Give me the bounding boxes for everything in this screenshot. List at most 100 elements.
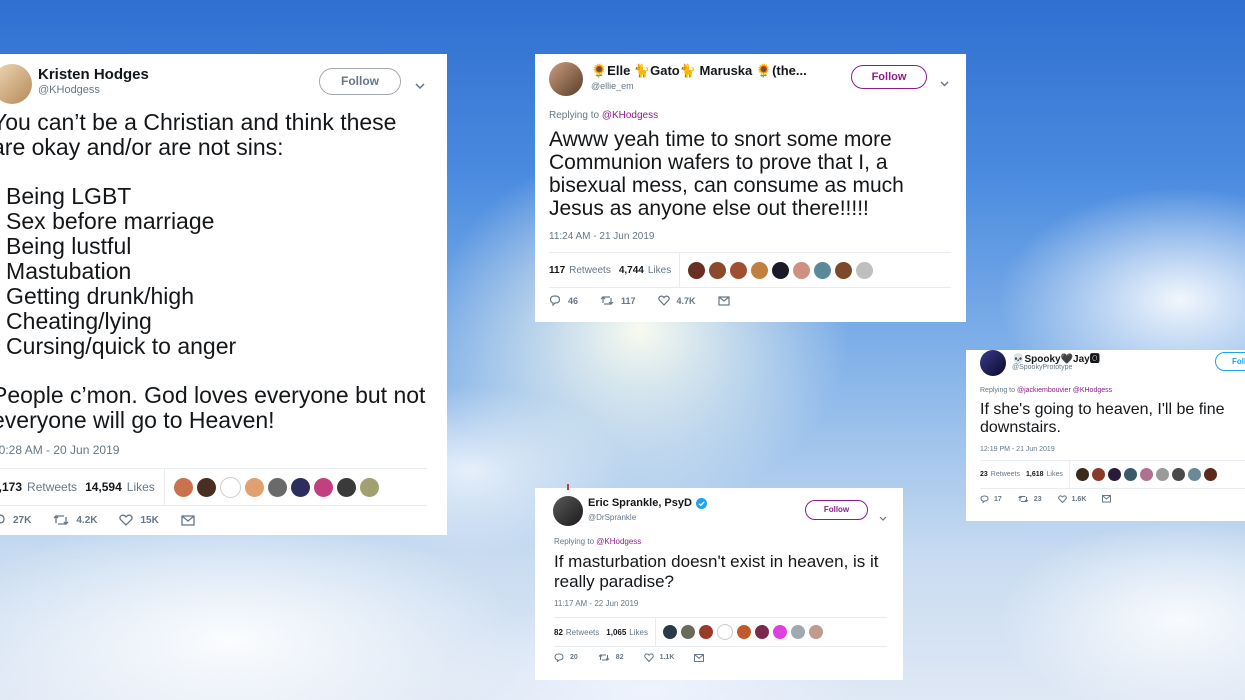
tweet-card-elle: 🌻Elle 🐈Gato🐈 Maruska 🌻(the... @ellie_em … [535,54,966,322]
reply-button[interactable]: 27K [0,514,31,526]
avatar[interactable] [772,625,787,639]
replying-handle-link[interactable]: @KHodgess [596,537,641,546]
avatar[interactable] [754,625,769,639]
avatar[interactable] [1155,468,1169,481]
likes-label[interactable]: Likes [648,265,671,276]
user-handle[interactable]: @SpookyPrototype [1012,364,1072,371]
message-button[interactable] [694,653,705,662]
avatar[interactable] [196,477,216,497]
avatar[interactable] [1091,468,1105,481]
avatar[interactable] [662,625,677,639]
retweet-count[interactable]: 117 [549,265,565,276]
avatar[interactable] [835,261,853,279]
avatar[interactable] [173,477,193,497]
chevron-down-icon[interactable] [415,76,425,94]
display-name[interactable]: Eric Sprankle, PsyD [588,497,692,509]
avatar[interactable] [680,625,695,639]
like-count[interactable]: 4,744 [619,265,644,276]
timestamp[interactable]: 11:17 AM - 22 Jun 2019 [554,599,638,608]
like-count[interactable]: 14,594 [85,480,122,494]
user-handle[interactable]: @KHodgess [38,84,100,96]
retweets-label[interactable]: Retweets [569,265,611,276]
chevron-down-icon[interactable] [879,508,887,526]
avatar[interactable] [793,261,811,279]
like-button[interactable]: 15K [119,514,159,526]
display-name[interactable]: Kristen Hodges [38,66,149,83]
avatar[interactable] [0,64,32,104]
avatar[interactable] [1187,468,1201,481]
like-button[interactable]: 1.1K [643,653,674,662]
message-button[interactable] [181,514,195,526]
follow-button[interactable]: Follow [805,500,868,520]
like-count[interactable]: 1,065 [606,628,626,637]
avatar[interactable] [359,477,379,497]
avatar[interactable] [219,476,241,498]
retweet-button[interactable]: 117 [600,295,636,306]
avatar[interactable] [1203,468,1217,481]
avatar[interactable] [772,261,790,279]
avatar[interactable] [1107,468,1121,481]
avatar[interactable] [730,261,748,279]
avatar[interactable] [1075,468,1089,481]
reply-button[interactable]: 17 [980,495,1002,503]
tweet-actions: 20 82 1.1K [554,653,705,662]
avatar[interactable] [709,261,727,279]
avatar[interactable] [736,625,751,639]
likes-label[interactable]: Likes [127,480,155,494]
timestamp[interactable]: 12:19 PM - 21 Jun 2019 [980,446,1055,453]
display-name[interactable]: 🌻Elle 🐈Gato🐈 Maruska 🌻(the... [591,63,807,79]
tweet-intro: You can’t be a Christian and think these… [0,109,397,160]
avatar[interactable] [290,477,310,497]
like-button[interactable]: 4.7K [657,295,696,306]
retweet-button[interactable]: 23 [1017,495,1042,503]
like-button[interactable]: 1.6K [1057,495,1086,503]
avatar[interactable] [688,261,706,279]
message-button[interactable] [1102,495,1112,503]
reply-button[interactable]: 20 [554,653,578,662]
retweets-label[interactable]: Retweets [991,471,1020,478]
timestamp[interactable]: 10:28 AM - 20 Jun 2019 [0,443,119,457]
retweets-label[interactable]: Retweets [566,628,599,637]
avatar[interactable] [267,477,287,497]
reply-button[interactable]: 46 [549,295,578,306]
display-name[interactable]: 💀Spooky🖤Jay🅾 [1012,350,1100,365]
avatar[interactable] [814,261,832,279]
retweets-label[interactable]: Retweets [27,480,77,494]
avatar[interactable] [553,496,583,526]
likes-label[interactable]: Likes [1047,471,1063,478]
avatar[interactable] [313,477,333,497]
timestamp[interactable]: 11:24 AM - 21 Jun 2019 [549,231,654,242]
replying-handle-link[interactable]: @jackiembouvier @KHodgess [1017,387,1112,394]
avatar[interactable] [549,62,583,96]
like-count[interactable]: 1,618 [1026,471,1044,478]
avatar[interactable] [856,261,874,279]
avatar[interactable] [980,350,1006,376]
retweet-count[interactable]: 23 [980,471,988,478]
retweet-count: 4.2K [76,514,98,526]
retweet-count[interactable]: 82 [554,628,563,637]
retweet-button[interactable]: 82 [598,653,624,662]
retweet-button[interactable]: 4.2K [53,514,97,526]
divider [567,484,569,490]
likes-label[interactable]: Likes [629,628,648,637]
avatar[interactable] [1139,468,1153,481]
avatar[interactable] [1123,468,1137,481]
avatar[interactable] [1171,468,1185,481]
follow-button[interactable]: Follow [851,65,927,89]
follow-button[interactable]: Follow [1215,352,1245,371]
retweet-icon [598,653,610,662]
avatar[interactable] [336,477,356,497]
avatar[interactable] [808,625,823,639]
user-handle[interactable]: @DrSprankle [588,513,636,522]
avatar[interactable] [751,261,769,279]
avatar[interactable] [716,624,733,640]
avatar[interactable] [698,625,713,639]
retweet-count[interactable]: 2,173 [0,480,22,494]
message-button[interactable] [717,295,730,306]
user-handle[interactable]: @ellie_em [591,81,634,91]
replying-handle-link[interactable]: @KHodgess [602,110,658,121]
avatar[interactable] [244,477,264,497]
follow-button[interactable]: Follow [319,68,401,95]
chevron-down-icon[interactable] [940,74,949,92]
avatar[interactable] [790,625,805,639]
